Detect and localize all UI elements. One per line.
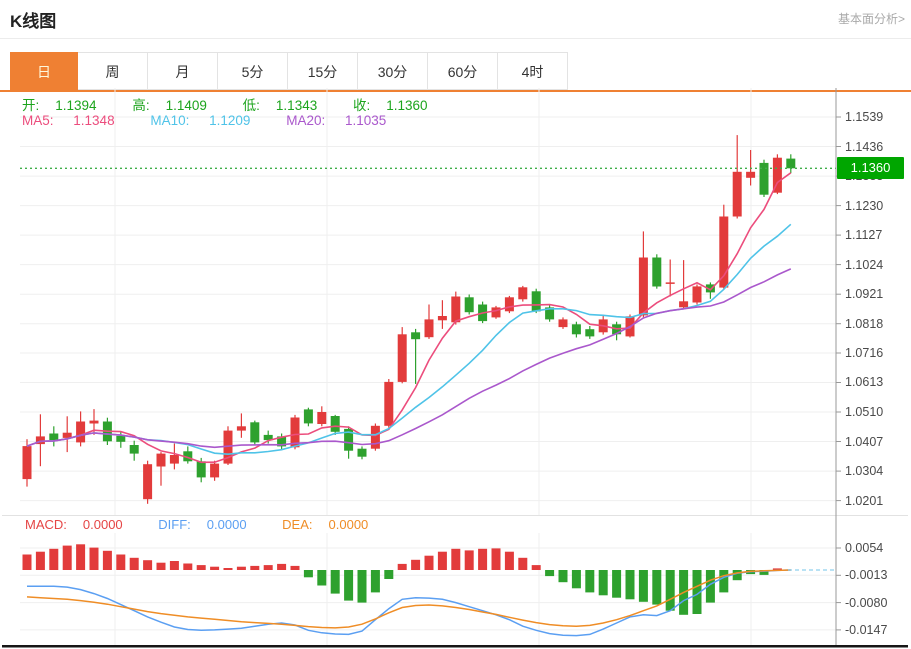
ohlc-open: 开:1.1394: [22, 98, 113, 113]
ma5-value: MA5: 1.1348: [22, 113, 131, 128]
macd-value: MACD:0.0000: [25, 517, 139, 532]
price-tick-label: 1.0510: [845, 404, 907, 420]
price-tick-label: 1.0921: [845, 286, 907, 302]
price-tick-label: 1.1230: [845, 198, 907, 214]
price-tick-label: 1.0613: [845, 374, 907, 390]
price-tick-label: 1.0818: [845, 316, 907, 332]
ohlc-close: 收:1.1360: [353, 98, 444, 113]
price-tick-label: 1.0407: [845, 434, 907, 450]
ma-readout: MA5: 1.1348 MA10: 1.1209 MA20: 1.1035: [22, 113, 418, 128]
ma10-value: MA10: 1.1209: [150, 113, 266, 128]
ohlc-low: 低:1.1343: [243, 98, 334, 113]
macd-tick-label: -0.0013: [845, 567, 907, 583]
ohlc-readout: 开:1.1394 高:1.1409 低:1.1343 收:1.1360: [22, 94, 460, 114]
kline-widget: K线图 基本面分析> 日 周 月 5分 15分 30分 60分 4时 开:1.1…: [0, 0, 911, 649]
price-tick-label: 1.0716: [845, 345, 907, 361]
dea-value: DEA:0.0000: [282, 517, 384, 532]
ma20-value: MA20: 1.1035: [286, 113, 402, 128]
price-tick-label: 1.1436: [845, 139, 907, 155]
diff-value: DIFF:0.0000: [158, 517, 262, 532]
ohlc-high: 高:1.1409: [132, 98, 223, 113]
price-tick-label: 1.1024: [845, 257, 907, 273]
price-tick-label: 1.1539: [845, 109, 907, 125]
price-tick-label: 1.1127: [845, 227, 907, 243]
macd-tick-label: -0.0147: [845, 622, 907, 638]
price-tick-label: 1.0304: [845, 463, 907, 479]
current-price-badge: 1.1360: [837, 157, 904, 179]
price-tick-label: 1.0201: [845, 493, 907, 509]
macd-readout: MACD:0.0000 DIFF:0.0000 DEA:0.0000: [25, 517, 400, 532]
macd-tick-label: 0.0054: [845, 540, 907, 556]
macd-tick-label: -0.0080: [845, 595, 907, 611]
